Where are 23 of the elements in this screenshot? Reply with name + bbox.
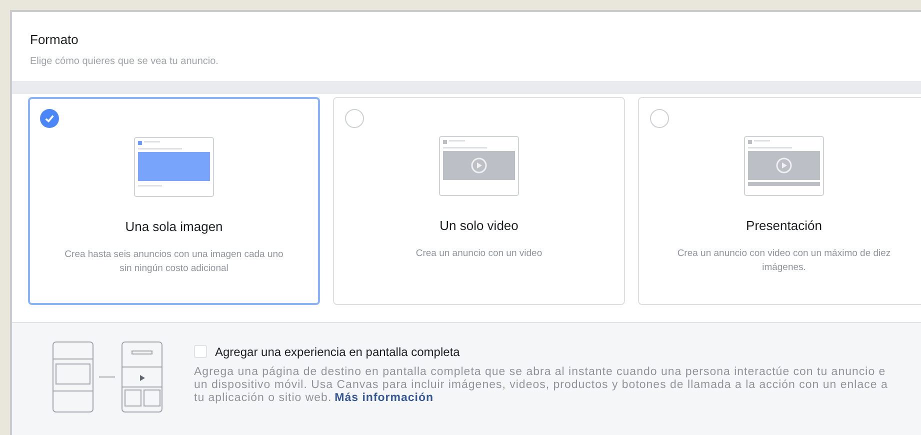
format-description: Crea un anuncio con video con un máximo de diez imágenes. (676, 247, 892, 275)
video-ad-preview-icon (744, 136, 824, 196)
video-ad-preview-icon (439, 136, 519, 196)
format-title: Una sola imagen (125, 218, 223, 236)
format-card[interactable]: Presentación Crea un anuncio con video con un máximo de diez imágenes. (638, 96, 921, 304)
format-card[interactable]: Una sola imagen Crea hasta seis anuncios con una imagen cada uno sin ningún costo adicional (28, 96, 320, 304)
format-card[interactable]: Un solo video Crea un anuncio con un video (333, 96, 625, 304)
fullscreen-checkbox[interactable] (194, 345, 207, 358)
fullscreen-description: un dispositivo móvil. Usa Canvas para incluir imágenes, videos, productos y botones de llamada a la acción con un enlace a (194, 378, 888, 392)
fullscreen-description: Agrega una página de destino en pantalla completa que se abra al instante cuando una persona interactúe con tu anuncio e (194, 366, 887, 378)
radio-icon (650, 108, 669, 128)
section-title: Formato (30, 31, 80, 49)
format-description: Crea un anuncio con un video (414, 247, 544, 261)
image-ad-preview-icon (134, 136, 214, 196)
check-icon (40, 108, 59, 128)
format-title: Presentación (746, 216, 822, 234)
more-info-link[interactable]: Más información (334, 392, 434, 404)
format-description: Crea hasta seis anuncios con una imagen cada uno sin ningún costo adicional (64, 248, 284, 276)
section-subtitle: Elige cómo quieres que se vea tu anuncio. (30, 54, 220, 68)
radio-icon (345, 108, 364, 128)
fullscreen-description: tu aplicación o sitio web. (194, 392, 332, 404)
fullscreen-label: Agregar una experiencia en pantalla completa (215, 344, 460, 360)
format-title: Un solo video (440, 216, 518, 234)
